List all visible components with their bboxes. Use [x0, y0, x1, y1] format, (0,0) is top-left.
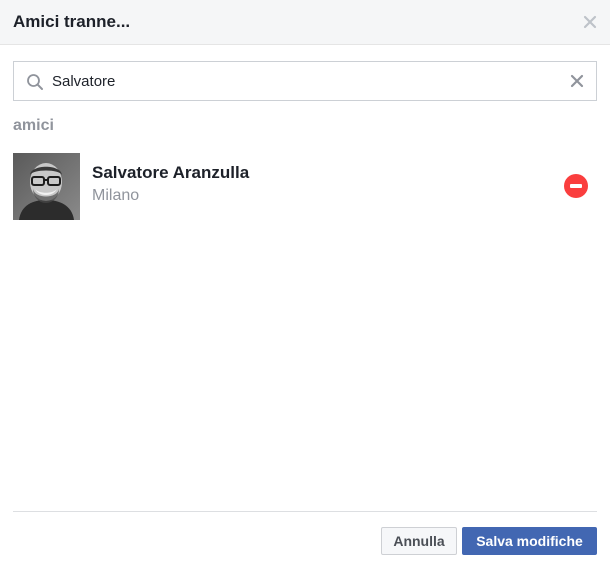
dialog-header: Amici tranne... — [0, 0, 610, 45]
remove-circle-icon — [570, 184, 582, 188]
friend-name: Salvatore Aranzulla — [92, 163, 250, 182]
remove-friend-button[interactable] — [564, 174, 588, 198]
search-box[interactable] — [13, 61, 597, 101]
search-icon — [27, 74, 43, 90]
clear-icon[interactable] — [570, 74, 584, 88]
avatar-photo — [13, 153, 80, 220]
avatar — [13, 153, 80, 220]
search-input[interactable] — [52, 69, 552, 93]
footer-divider — [13, 511, 597, 512]
section-label-friends: amici — [13, 117, 54, 134]
dialog-title: Amici tranne... — [13, 12, 131, 31]
cancel-button[interactable]: Annulla — [381, 527, 457, 555]
friend-city: Milano — [92, 187, 140, 204]
close-icon — [583, 15, 597, 29]
friend-row[interactable]: Salvatore Aranzulla Milano — [13, 153, 597, 220]
friends-except-dialog: Amici tranne... amici — [0, 0, 610, 568]
save-changes-button[interactable]: Salva modifiche — [462, 527, 597, 555]
close-button[interactable] — [582, 14, 598, 30]
